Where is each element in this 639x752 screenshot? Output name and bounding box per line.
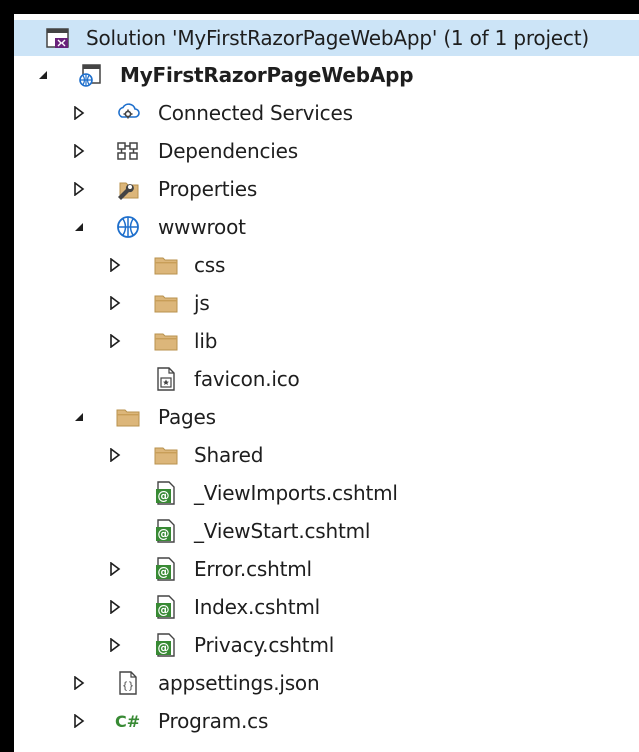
expand-arrow-icon[interactable]	[108, 562, 122, 576]
tree-row-privacy[interactable]: @ Privacy.cshtml	[14, 626, 639, 664]
svg-text:@: @	[158, 565, 170, 579]
collapse-arrow-icon[interactable]	[72, 410, 86, 424]
tree-row-solution[interactable]: Solution 'MyFirstRazorPageWebApp' (1 of …	[14, 20, 639, 56]
tree-row-label: _ViewImports.cshtml	[194, 481, 398, 505]
collapse-arrow-icon[interactable]	[72, 220, 86, 234]
tree-row-label: lib	[194, 329, 218, 353]
tree-row-favicon[interactable]: favicon.ico	[14, 360, 639, 398]
dependencies-icon	[116, 139, 140, 163]
image-file-icon	[154, 367, 178, 391]
tree-row-viewstart[interactable]: @ _ViewStart.cshtml	[14, 512, 639, 550]
tree-row-program[interactable]: C# Program.cs	[14, 702, 639, 740]
svg-text:@: @	[158, 603, 170, 617]
collapse-arrow-icon[interactable]	[36, 68, 50, 82]
folder-icon	[116, 405, 140, 429]
tree-row-pages[interactable]: Pages	[14, 398, 639, 436]
json-file-icon: {}	[116, 671, 140, 695]
tree-row-project[interactable]: MyFirstRazorPageWebApp	[14, 56, 639, 94]
tree-row-label: Connected Services	[158, 101, 353, 125]
folder-icon	[154, 253, 178, 277]
tree-row-label: Pages	[158, 405, 216, 429]
expand-arrow-icon[interactable]	[72, 144, 86, 158]
tree-row-label: Shared	[194, 443, 264, 467]
tree-row-label: Solution 'MyFirstRazorPageWebApp' (1 of …	[86, 26, 589, 50]
folder-icon	[154, 329, 178, 353]
razor-file-icon: @	[154, 595, 178, 619]
tree-row-viewimports[interactable]: @ _ViewImports.cshtml	[14, 474, 639, 512]
expand-arrow-icon[interactable]	[108, 448, 122, 462]
tree-row-shared[interactable]: Shared	[14, 436, 639, 474]
connected-services-icon	[116, 101, 140, 125]
svg-text:C#: C#	[115, 712, 140, 731]
svg-text:@: @	[158, 489, 170, 503]
tree-row-dependencies[interactable]: Dependencies	[14, 132, 639, 170]
expand-arrow-icon[interactable]	[72, 182, 86, 196]
tree-row-label: MyFirstRazorPageWebApp	[120, 63, 414, 87]
expand-arrow-icon[interactable]	[72, 676, 86, 690]
globe-icon	[116, 215, 140, 239]
tree-row-label: Properties	[158, 177, 258, 201]
tree-row-label: Dependencies	[158, 139, 298, 163]
tree-row-label: appsettings.json	[158, 671, 320, 695]
expand-arrow-icon[interactable]	[108, 258, 122, 272]
tree-row-label: Program.cs	[158, 709, 269, 733]
tree-row-css[interactable]: css	[14, 246, 639, 284]
expand-arrow-icon[interactable]	[72, 106, 86, 120]
web-project-icon	[78, 63, 102, 87]
razor-file-icon: @	[154, 557, 178, 581]
tree-row-label: Privacy.cshtml	[194, 633, 335, 657]
svg-text:@: @	[158, 527, 170, 541]
tree-row-properties[interactable]: Properties	[14, 170, 639, 208]
razor-file-icon: @	[154, 633, 178, 657]
tree-row-label: css	[194, 253, 226, 277]
folder-icon	[154, 443, 178, 467]
svg-text:@: @	[158, 641, 170, 655]
tree-row-appsettings[interactable]: {} appsettings.json	[14, 664, 639, 702]
tree-row-error[interactable]: @ Error.cshtml	[14, 550, 639, 588]
tree-row-lib[interactable]: lib	[14, 322, 639, 360]
tree-row-label: Index.cshtml	[194, 595, 320, 619]
solution-icon	[46, 26, 70, 50]
razor-file-icon: @	[154, 481, 178, 505]
tree-row-connected-services[interactable]: Connected Services	[14, 94, 639, 132]
razor-file-icon: @	[154, 519, 178, 543]
tree-row-label: Error.cshtml	[194, 557, 312, 581]
tree-row-label: wwwroot	[158, 215, 246, 239]
expand-arrow-icon[interactable]	[72, 714, 86, 728]
tree-row-label: favicon.ico	[194, 367, 300, 391]
tree-row-wwwroot[interactable]: wwwroot	[14, 208, 639, 246]
tree-row-label: js	[194, 291, 210, 315]
properties-wrench-icon	[116, 177, 140, 201]
tree-row-label: _ViewStart.cshtml	[194, 519, 371, 543]
expand-arrow-icon[interactable]	[108, 334, 122, 348]
folder-icon	[154, 291, 178, 315]
tree-row-js[interactable]: js	[14, 284, 639, 322]
svg-text:{}: {}	[122, 681, 134, 692]
csharp-file-icon: C#	[114, 709, 144, 733]
expand-arrow-icon[interactable]	[108, 296, 122, 310]
expand-arrow-icon[interactable]	[108, 600, 122, 614]
expand-arrow-icon[interactable]	[108, 638, 122, 652]
solution-explorer-panel: Solution 'MyFirstRazorPageWebApp' (1 of …	[14, 14, 639, 752]
tree-row-index[interactable]: @ Index.cshtml	[14, 588, 639, 626]
